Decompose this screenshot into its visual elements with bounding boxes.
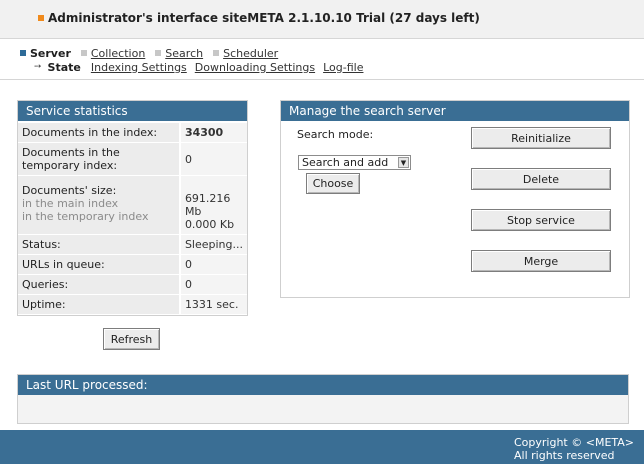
arrow-right-icon: ➙	[34, 62, 42, 72]
panel-title: Manage the search server	[281, 101, 629, 121]
nav-label: Server	[30, 46, 71, 60]
stat-value: 0	[179, 274, 247, 295]
stat-value: 1331 sec.	[179, 294, 247, 315]
stat-value: 34300	[179, 123, 247, 143]
table-row: Queries: 0	[18, 274, 247, 295]
nav-link[interactable]: Search	[165, 47, 203, 60]
table-row: Status: Sleeping...	[18, 234, 247, 255]
nav-link[interactable]: Scheduler	[223, 47, 278, 60]
subnav-item-downloading[interactable]: Downloading Settings	[195, 60, 315, 74]
stat-value: 691.216 Mb 0.000 Kb	[179, 175, 247, 235]
search-mode-select[interactable]: Search and add ▼	[298, 155, 411, 170]
table-row: Documents' size: in the main index in th…	[18, 175, 247, 235]
nav-item-collection[interactable]: Collection	[80, 46, 145, 60]
stat-sublabel: in the main index	[22, 197, 119, 210]
stat-label: URLs in queue:	[18, 254, 181, 275]
nav-item-search[interactable]: Search	[155, 46, 203, 60]
rights-text: All rights reserved	[514, 449, 615, 462]
stat-label: Status:	[18, 234, 181, 255]
nav-link[interactable]: Downloading Settings	[195, 61, 315, 74]
search-mode-label: Search mode:	[297, 128, 374, 141]
stop-service-button[interactable]: Stop service	[471, 209, 611, 231]
panel-title: Last URL processed:	[18, 375, 628, 395]
chevron-down-icon[interactable]: ▼	[398, 157, 409, 168]
table-row: Uptime: 1331 sec.	[18, 294, 247, 315]
stat-value: 0	[179, 142, 247, 176]
square-icon	[213, 50, 220, 56]
table-row: Documents in the index: 34300	[18, 123, 247, 143]
active-square-icon	[20, 50, 26, 56]
stat-value-text: 691.216 Mb	[184, 192, 231, 218]
main-nav: Server Collection Search Scheduler	[20, 46, 288, 60]
square-icon	[80, 50, 87, 56]
service-statistics-panel: Service statistics Documents in the inde…	[17, 100, 248, 316]
title-bar: Administrator's interface siteMETA 2.1.1…	[0, 0, 644, 39]
stat-label: Queries:	[18, 274, 181, 295]
delete-button[interactable]: Delete	[471, 168, 611, 190]
merge-button[interactable]: Merge	[471, 250, 611, 272]
stat-value: 0	[179, 254, 247, 275]
stat-label: Documents' size: in the main index in th…	[18, 175, 181, 235]
divider	[0, 79, 644, 80]
nav-item-server[interactable]: Server	[20, 46, 71, 60]
stat-label: Uptime:	[18, 294, 181, 315]
stat-value-text: 0	[184, 152, 192, 166]
refresh-button[interactable]: Refresh	[103, 328, 160, 350]
nav-link[interactable]: Collection	[91, 47, 145, 60]
nav-link[interactable]: Indexing Settings	[91, 61, 187, 74]
choose-button[interactable]: Choose	[306, 173, 360, 194]
nav-item-scheduler[interactable]: Scheduler	[213, 46, 278, 60]
manage-server-panel: Manage the search server Search mode: Se…	[280, 100, 630, 298]
stat-label-text: Documents' size:	[22, 184, 117, 197]
page-title: Administrator's interface siteMETA 2.1.1…	[48, 11, 480, 25]
sub-nav: ➙ State Indexing Settings Downloading Se…	[34, 60, 373, 74]
table-row: URLs in queue: 0	[18, 254, 247, 275]
select-value: Search and add	[302, 156, 389, 169]
last-url-panel: Last URL processed:	[17, 374, 629, 424]
subnav-item-state[interactable]: ➙ State	[34, 60, 81, 74]
stat-sublabel: in the temporary index	[22, 210, 149, 223]
subnav-item-logfile[interactable]: Log-file	[323, 60, 363, 74]
stats-table: Documents in the index: 34300 Documents …	[18, 123, 247, 315]
nav-label: State	[47, 60, 81, 74]
stat-value-text: 0.000 Kb	[184, 218, 235, 231]
panel-title: Service statistics	[18, 101, 247, 121]
copyright-text: Copyright © <META>	[514, 436, 635, 449]
stat-value: Sleeping...	[179, 234, 247, 255]
square-icon	[155, 50, 162, 56]
footer: Copyright © <META> All rights reserved	[0, 430, 644, 464]
nav-link[interactable]: Log-file	[323, 61, 363, 74]
reinitialize-button[interactable]: Reinitialize	[471, 127, 611, 149]
bullet-icon	[38, 15, 44, 21]
stat-label: Documents in the temporary index:	[18, 142, 181, 176]
subnav-item-indexing[interactable]: Indexing Settings	[91, 60, 187, 74]
stat-label: Documents in the index:	[18, 123, 181, 143]
table-row: Documents in the temporary index: 0	[18, 142, 247, 176]
